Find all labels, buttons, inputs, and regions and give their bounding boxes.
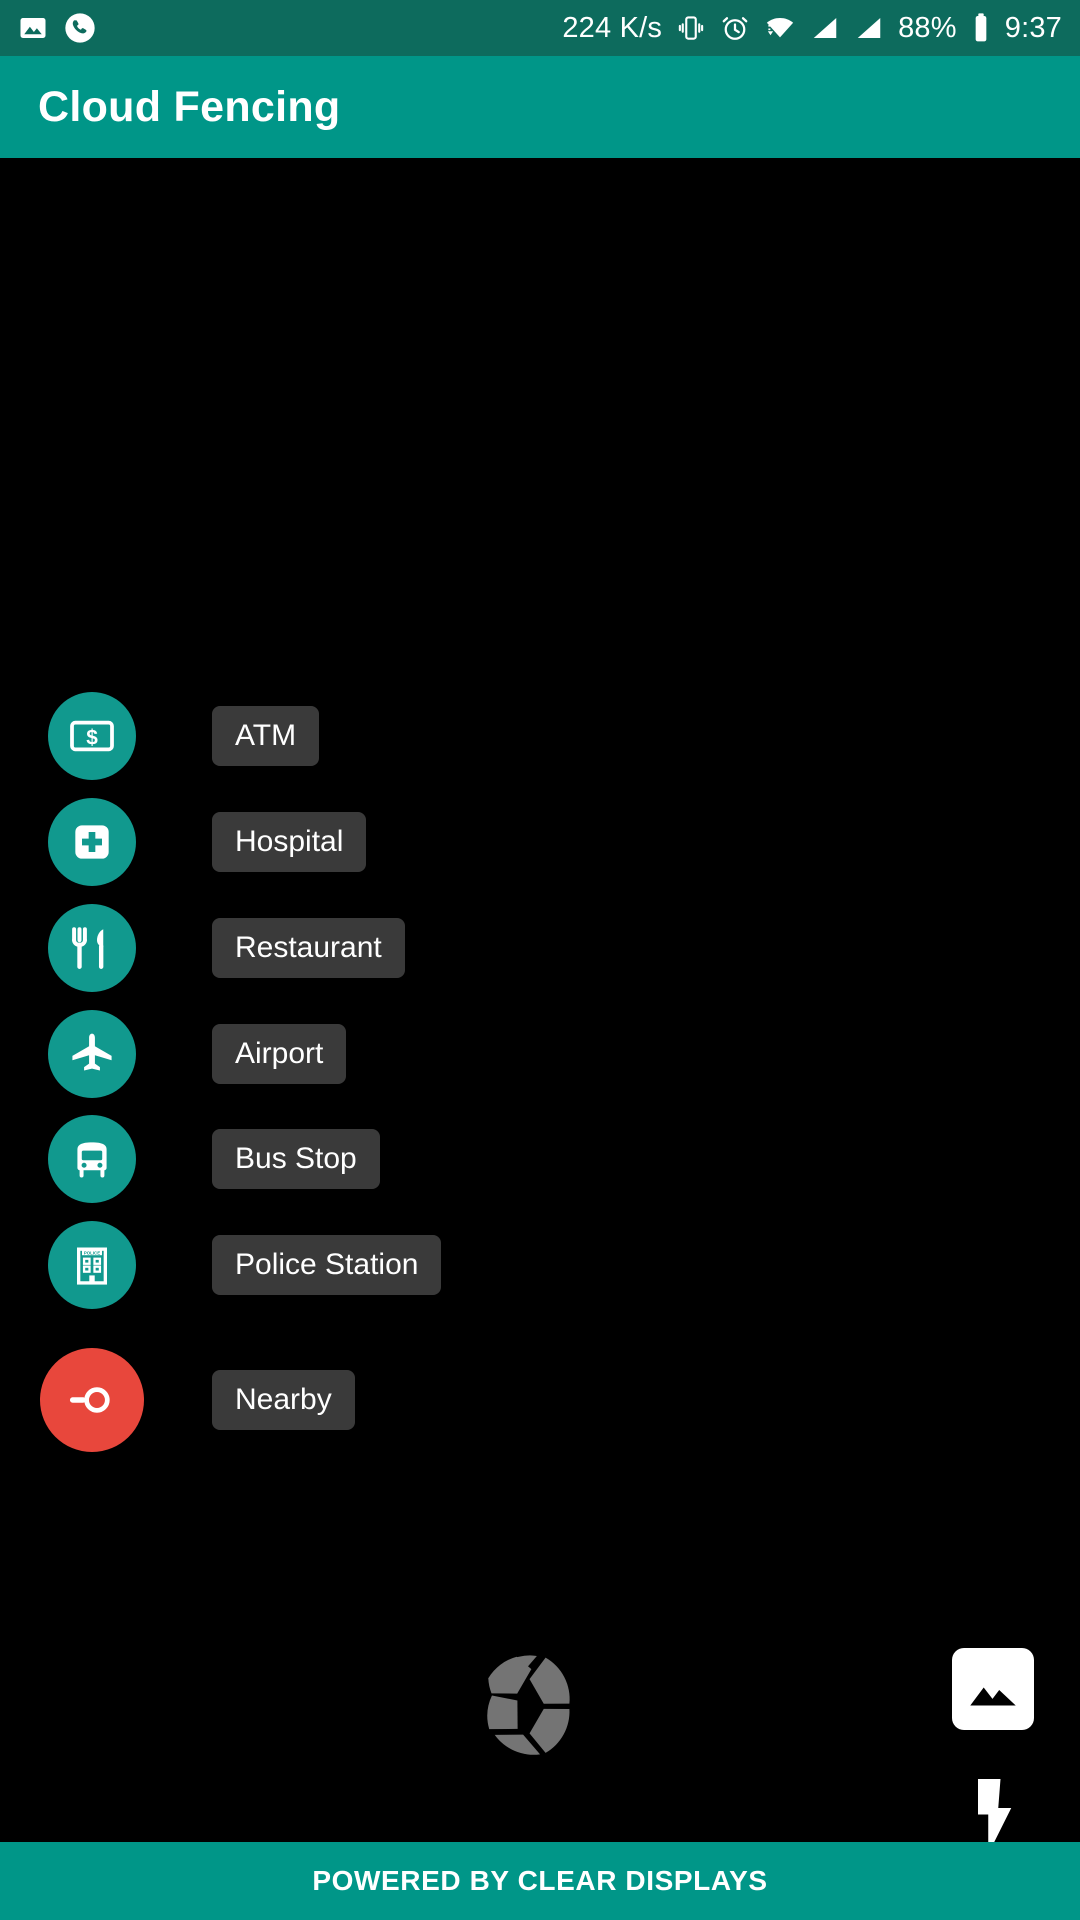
speed-dial-label-airport[interactable]: Airport	[212, 1024, 347, 1084]
speed-dial-label-restaurant[interactable]: Restaurant	[212, 918, 405, 978]
speed-dial-item-airport[interactable]: Airport	[48, 1010, 347, 1098]
vibrate-icon	[676, 13, 706, 43]
network-speed-text: 224 K/s	[562, 11, 663, 44]
atm-money-icon[interactable]: $	[48, 692, 136, 780]
status-bar-indicators: 224 K/s 88% 9:37	[562, 12, 1062, 45]
signal-sim1-icon	[810, 13, 840, 43]
speed-dial-label-police-station[interactable]: Police Station	[212, 1235, 442, 1295]
page-title: Cloud Fencing	[38, 82, 341, 131]
camera-preview[interactable]: $ ATM Hospital Restaurant Airport Bus St…	[0, 158, 1080, 1920]
gallery-image-icon	[970, 1687, 1016, 1706]
wifi-icon	[764, 13, 796, 43]
speed-dial-label-hospital[interactable]: Hospital	[212, 812, 367, 872]
speed-dial-item-police-station[interactable]: POLICE Police Station	[48, 1221, 442, 1309]
battery-percent-text: 88%	[898, 11, 957, 44]
battery-icon	[971, 12, 991, 44]
svg-text:$: $	[86, 726, 98, 749]
speed-dial-label-nearby[interactable]: Nearby	[212, 1370, 355, 1430]
speed-dial-menu: $ ATM Hospital Restaurant Airport Bus St…	[0, 158, 1080, 1842]
app-bar: Cloud Fencing	[0, 56, 1080, 158]
status-bar: 224 K/s 88% 9:37	[0, 0, 1080, 56]
nearby-close-icon[interactable]	[40, 1348, 144, 1452]
speed-dial-label-bus-stop[interactable]: Bus Stop	[212, 1129, 380, 1189]
alarm-icon	[720, 13, 750, 43]
bus-icon[interactable]	[48, 1115, 136, 1203]
gallery-button[interactable]	[952, 1648, 1034, 1730]
phone-call-notification-icon	[64, 12, 96, 44]
svg-text:POLICE: POLICE	[84, 1250, 100, 1255]
airport-plane-icon[interactable]	[48, 1010, 136, 1098]
speed-dial-item-atm[interactable]: $ ATM	[48, 692, 320, 780]
speed-dial-item-hospital[interactable]: Hospital	[48, 798, 367, 886]
speed-dial-label-atm[interactable]: ATM	[212, 706, 320, 766]
app-screen: 224 K/s 88% 9:37 Cloud Fencing $ ATM Hos…	[0, 0, 1080, 1920]
shutter-button[interactable]	[475, 1648, 585, 1758]
police-station-building-icon[interactable]: POLICE	[48, 1221, 136, 1309]
hospital-cross-icon[interactable]	[48, 798, 136, 886]
status-bar-notifications	[18, 12, 96, 44]
speed-dial-main-nearby[interactable]: Nearby	[40, 1348, 355, 1452]
clock-text: 9:37	[1004, 11, 1062, 44]
signal-sim2-icon	[854, 13, 884, 43]
aperture-shutter-icon	[487, 1655, 570, 1755]
footer-text: POWERED BY CLEAR DISPLAYS	[312, 1865, 768, 1896]
speed-dial-item-bus-stop[interactable]: Bus Stop	[48, 1115, 380, 1203]
image-notification-icon	[18, 13, 48, 43]
restaurant-fork-knife-icon[interactable]	[48, 904, 136, 992]
footer-bar: POWERED BY CLEAR DISPLAYS	[0, 1842, 1080, 1920]
speed-dial-item-restaurant[interactable]: Restaurant	[48, 904, 405, 992]
